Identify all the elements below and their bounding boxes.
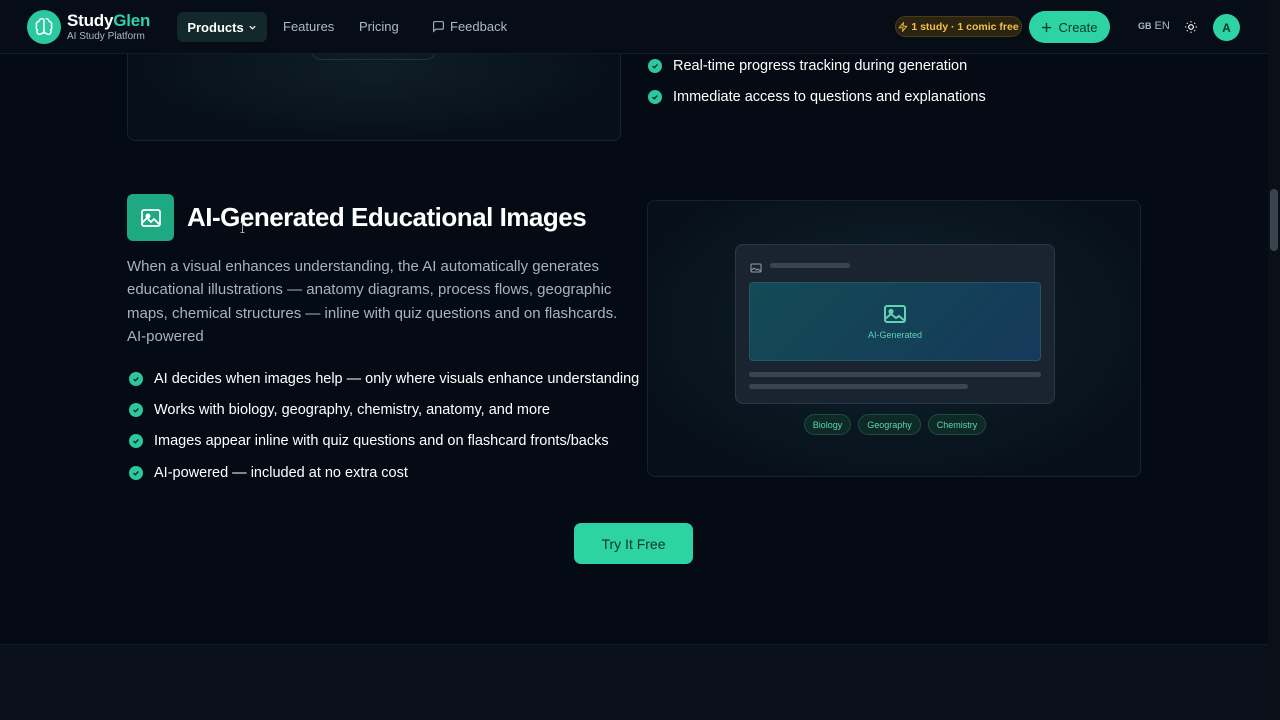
list-item-text: AI-powered — included at no extra cost: [154, 464, 408, 481]
mock-generated-image: AI-Generated: [749, 282, 1041, 361]
page-scrollbar[interactable]: [1268, 0, 1280, 720]
nav-feedback-link[interactable]: Feedback: [432, 19, 507, 34]
mock-image-label: AI-Generated: [867, 329, 923, 340]
list-item-text: Images appear inline with quiz questions…: [154, 433, 609, 450]
mock-text-line: [749, 384, 968, 389]
small-image-icon: [750, 260, 762, 278]
tag-biology: Biology: [803, 414, 852, 435]
list-item: AI-powered — included at no extra cost: [129, 457, 639, 488]
image-icon: [127, 194, 174, 241]
mock-text-line: [749, 372, 1041, 377]
create-button-label: Create: [1058, 19, 1098, 35]
language-label: EN: [1154, 20, 1170, 32]
list-item: Images appear inline with quiz questions…: [129, 426, 639, 457]
top-navbar: StudyGlen AI Study Platform Products Fea…: [0, 0, 1268, 54]
feature-bullet-list: AI decides when images help — only where…: [129, 363, 639, 488]
list-item-text: Immediate access to questions and explan…: [673, 88, 986, 105]
list-item-text: Real-time progress tracking during gener…: [673, 57, 968, 74]
check-circle-icon: [129, 402, 143, 417]
check-circle-icon: [129, 371, 143, 386]
tag-geography: Geography: [858, 414, 921, 435]
nav-features-link[interactable]: Features: [283, 19, 334, 34]
mock-title-line: [770, 263, 850, 268]
message-square-icon: [433, 21, 444, 33]
free-usage-text: 1 study · 1 comic free: [911, 20, 1019, 33]
previous-feature-list: Real-time progress tracking during gener…: [648, 50, 986, 113]
mock-quiz-window: AI-Generated: [735, 244, 1055, 404]
image-icon: [884, 304, 906, 323]
brand-subtitle: AI Study Platform: [67, 31, 145, 42]
feature-title: AI-Generated Educational Images: [187, 202, 587, 232]
plus-icon: [1042, 22, 1052, 32]
language-selector[interactable]: GB EN: [1138, 20, 1170, 32]
create-button[interactable]: Create: [1029, 11, 1110, 43]
next-section: [0, 644, 1268, 720]
feature-description: When a visual enhances understanding, th…: [127, 258, 618, 345]
nav-products-label: Products: [187, 19, 244, 35]
brain-logo-icon[interactable]: [27, 10, 61, 44]
chevron-down-icon: [249, 25, 256, 30]
list-item: Works with biology, geography, chemistry…: [129, 394, 639, 425]
user-avatar[interactable]: A: [1213, 14, 1240, 41]
list-item: Real-time progress tracking during gener…: [648, 50, 986, 81]
list-item-text: Works with biology, geography, chemistry…: [154, 401, 550, 418]
brand-name: StudyGlen: [67, 11, 151, 30]
nav-products-dropdown[interactable]: Products: [177, 12, 267, 42]
free-usage-badge[interactable]: 1 study · 1 comic free: [895, 16, 1022, 37]
theme-toggle-button[interactable]: [1182, 18, 1200, 36]
scrollbar-thumb[interactable]: [1270, 189, 1278, 251]
list-item: Immediate access to questions and explan…: [648, 81, 986, 112]
lightning-icon: [898, 21, 909, 32]
check-circle-icon: [648, 89, 662, 104]
flag-gb-icon: GB: [1138, 21, 1152, 31]
brand-logo[interactable]: StudyGlen AI Study Platform: [67, 11, 150, 43]
check-circle-icon: [129, 434, 143, 449]
check-circle-icon: [129, 465, 143, 480]
try-it-free-button[interactable]: Try It Free: [574, 523, 693, 564]
feature-preview-card: AI-Generated Biology Geography Chemistry: [647, 200, 1141, 477]
subject-tags: Biology Geography Chemistry: [648, 414, 1142, 435]
list-item-text: AI decides when images help — only where…: [154, 370, 640, 387]
text-cursor-icon: [240, 222, 245, 233]
sun-icon: [1185, 21, 1197, 33]
check-circle-icon: [648, 58, 662, 73]
nav-feedback-label: Feedback: [450, 19, 508, 34]
tag-chemistry: Chemistry: [927, 414, 987, 435]
list-item: AI decides when images help — only where…: [129, 363, 639, 394]
nav-pricing-link[interactable]: Pricing: [359, 19, 399, 34]
